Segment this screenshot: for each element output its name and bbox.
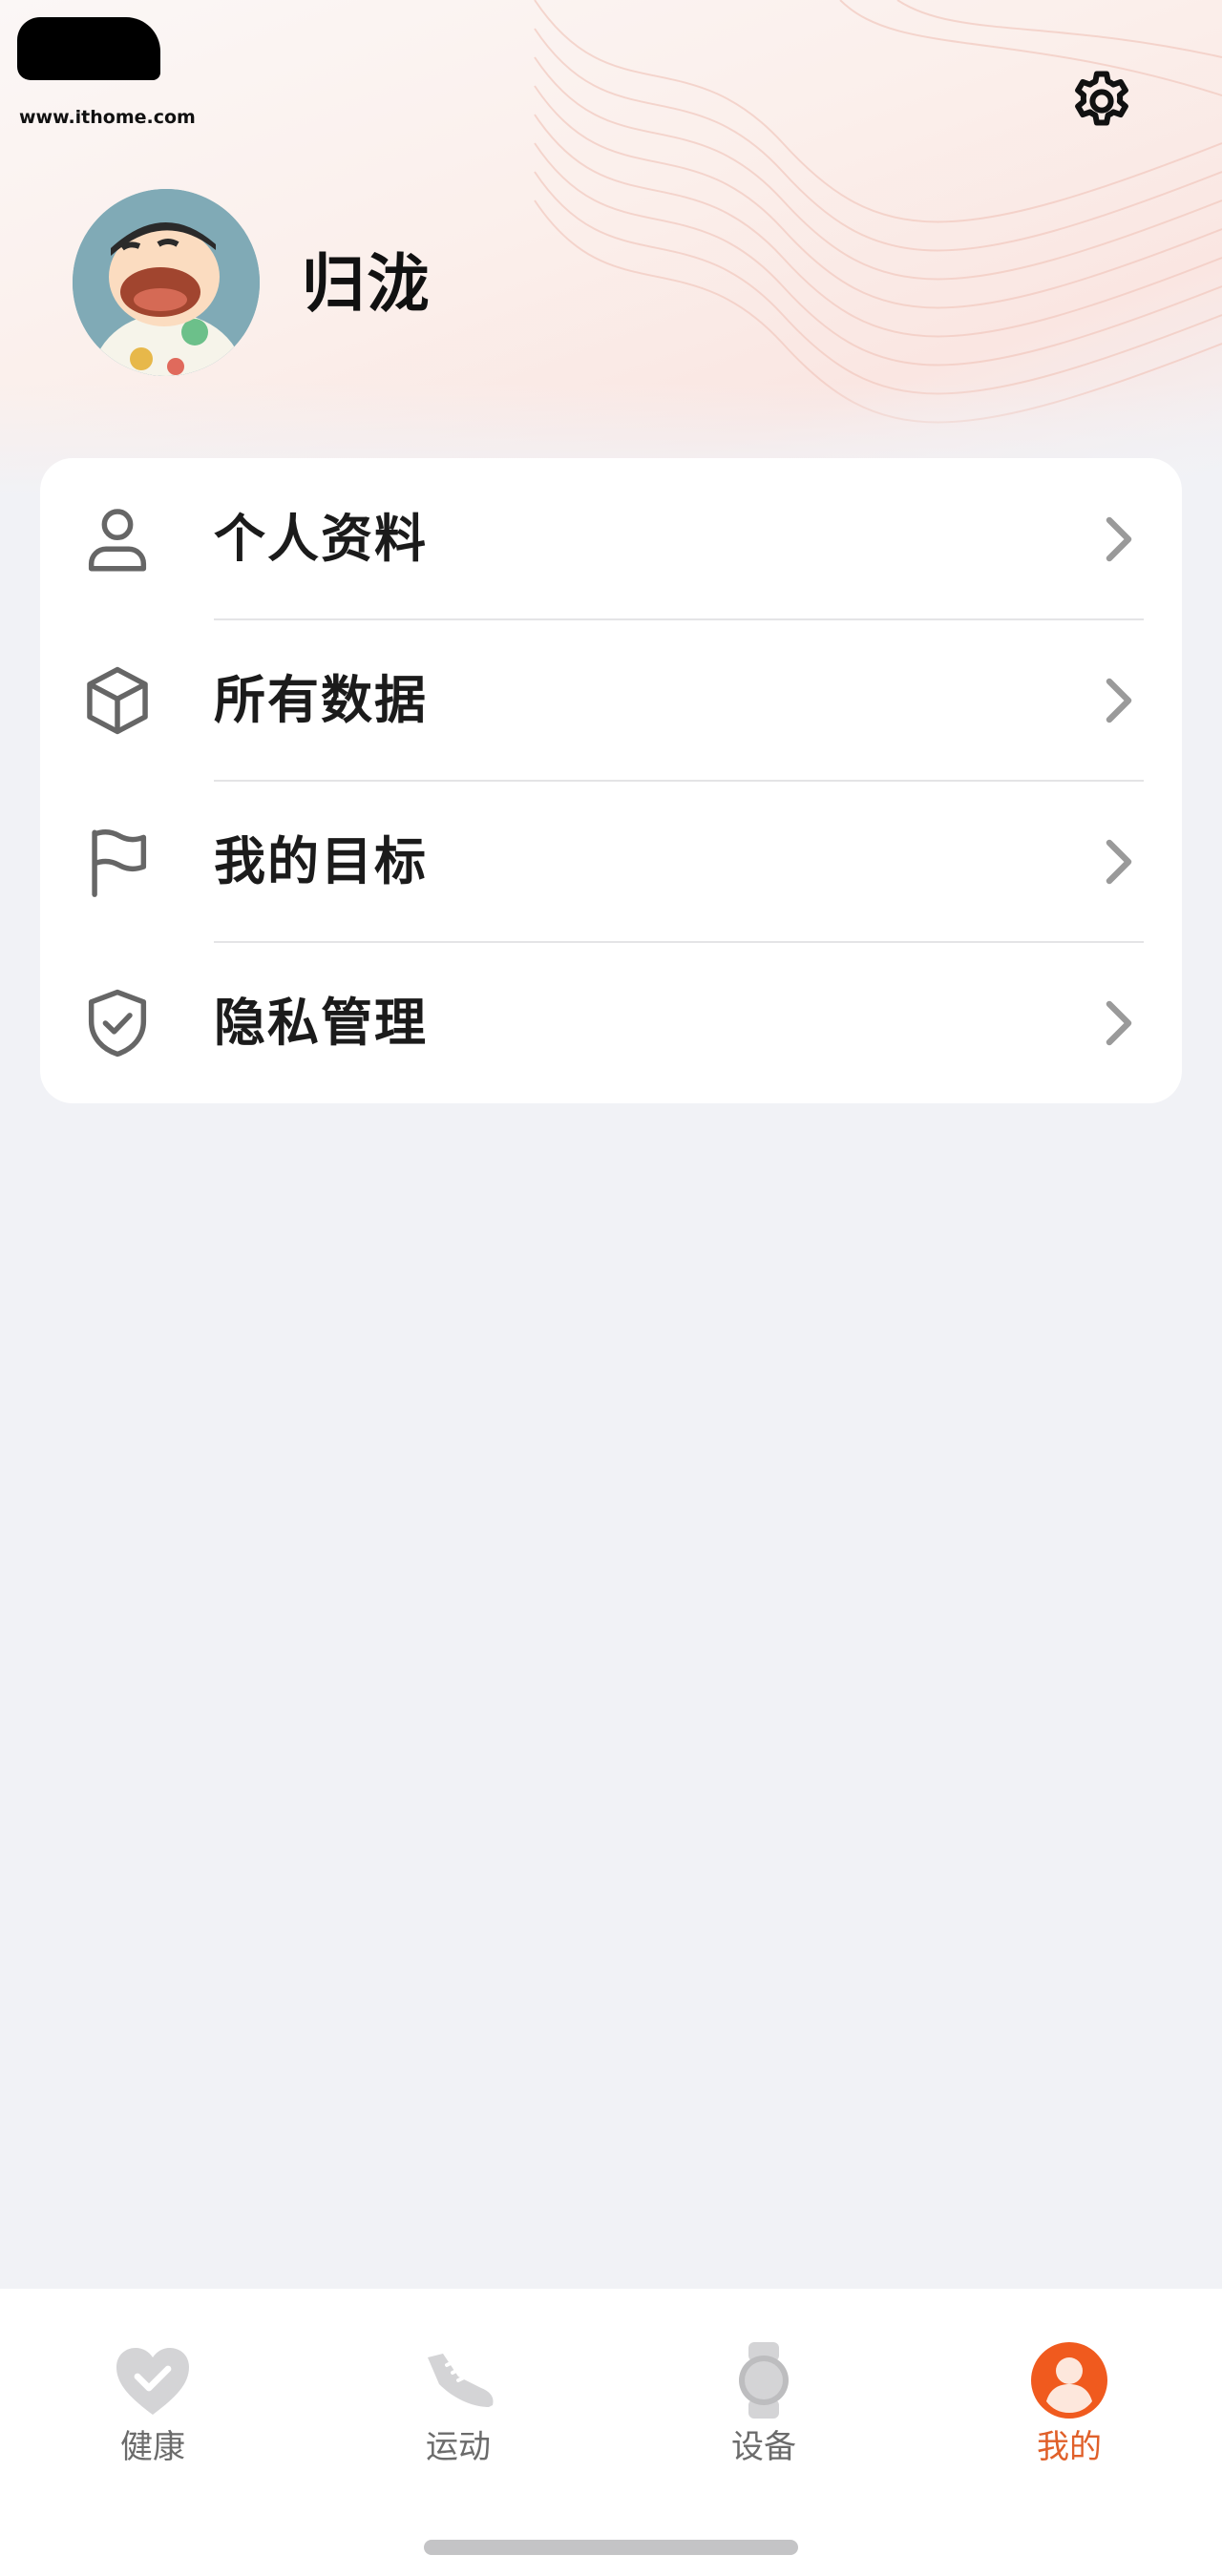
chevron-right-icon [1106, 1000, 1132, 1046]
tab-me[interactable]: 我的 [916, 2289, 1222, 2499]
watermark: www.ithome.com [17, 17, 208, 128]
tab-health[interactable]: 健康 [0, 2289, 306, 2499]
tab-exercise[interactable]: 运动 [306, 2289, 611, 2499]
avatar[interactable] [73, 189, 260, 376]
flag-icon [92, 829, 147, 897]
menu-item-profile[interactable]: 个人资料 [40, 458, 1182, 619]
redacted-status-area [17, 17, 160, 80]
shield-check-icon [88, 989, 147, 1058]
chevron-right-icon [1106, 678, 1132, 723]
menu-item-label: 我的目标 [214, 831, 428, 891]
settings-button[interactable] [1062, 61, 1142, 141]
menu-item-label: 所有数据 [214, 670, 428, 730]
tab-devices[interactable]: 设备 [611, 2289, 916, 2499]
bottom-tab-bar: 健康 运动 设备 我的 [0, 2289, 1222, 2576]
sneaker-icon [428, 2354, 494, 2407]
tab-label: 设备 [731, 2428, 796, 2466]
menu-item-my-goals[interactable]: 我的目标 [40, 781, 1182, 942]
menu-item-label: 个人资料 [214, 509, 428, 569]
menu-item-all-data[interactable]: 所有数据 [40, 619, 1182, 781]
tab-label: 我的 [1037, 2428, 1102, 2466]
menu-item-privacy[interactable]: 隐私管理 [40, 942, 1182, 1103]
tab-label: 健康 [120, 2428, 185, 2466]
home-indicator[interactable] [424, 2540, 798, 2555]
person-icon [88, 509, 147, 572]
chevron-right-icon [1106, 516, 1132, 562]
menu-item-label: 隐私管理 [214, 993, 428, 1053]
profile-menu-card: 个人资料 所有数据 我的目标 隐私管理 [40, 458, 1182, 1103]
chevron-right-icon [1106, 839, 1132, 885]
user-circle-icon [1031, 2342, 1107, 2419]
gear-icon [1075, 71, 1128, 126]
watch-icon [739, 2342, 789, 2419]
username: 归泷 [302, 247, 432, 321]
watermark-text: www.ithome.com [19, 107, 196, 128]
avatar-image [73, 189, 260, 376]
tab-label: 运动 [426, 2428, 491, 2466]
heart-check-icon [116, 2348, 189, 2415]
cube-icon [87, 666, 148, 735]
